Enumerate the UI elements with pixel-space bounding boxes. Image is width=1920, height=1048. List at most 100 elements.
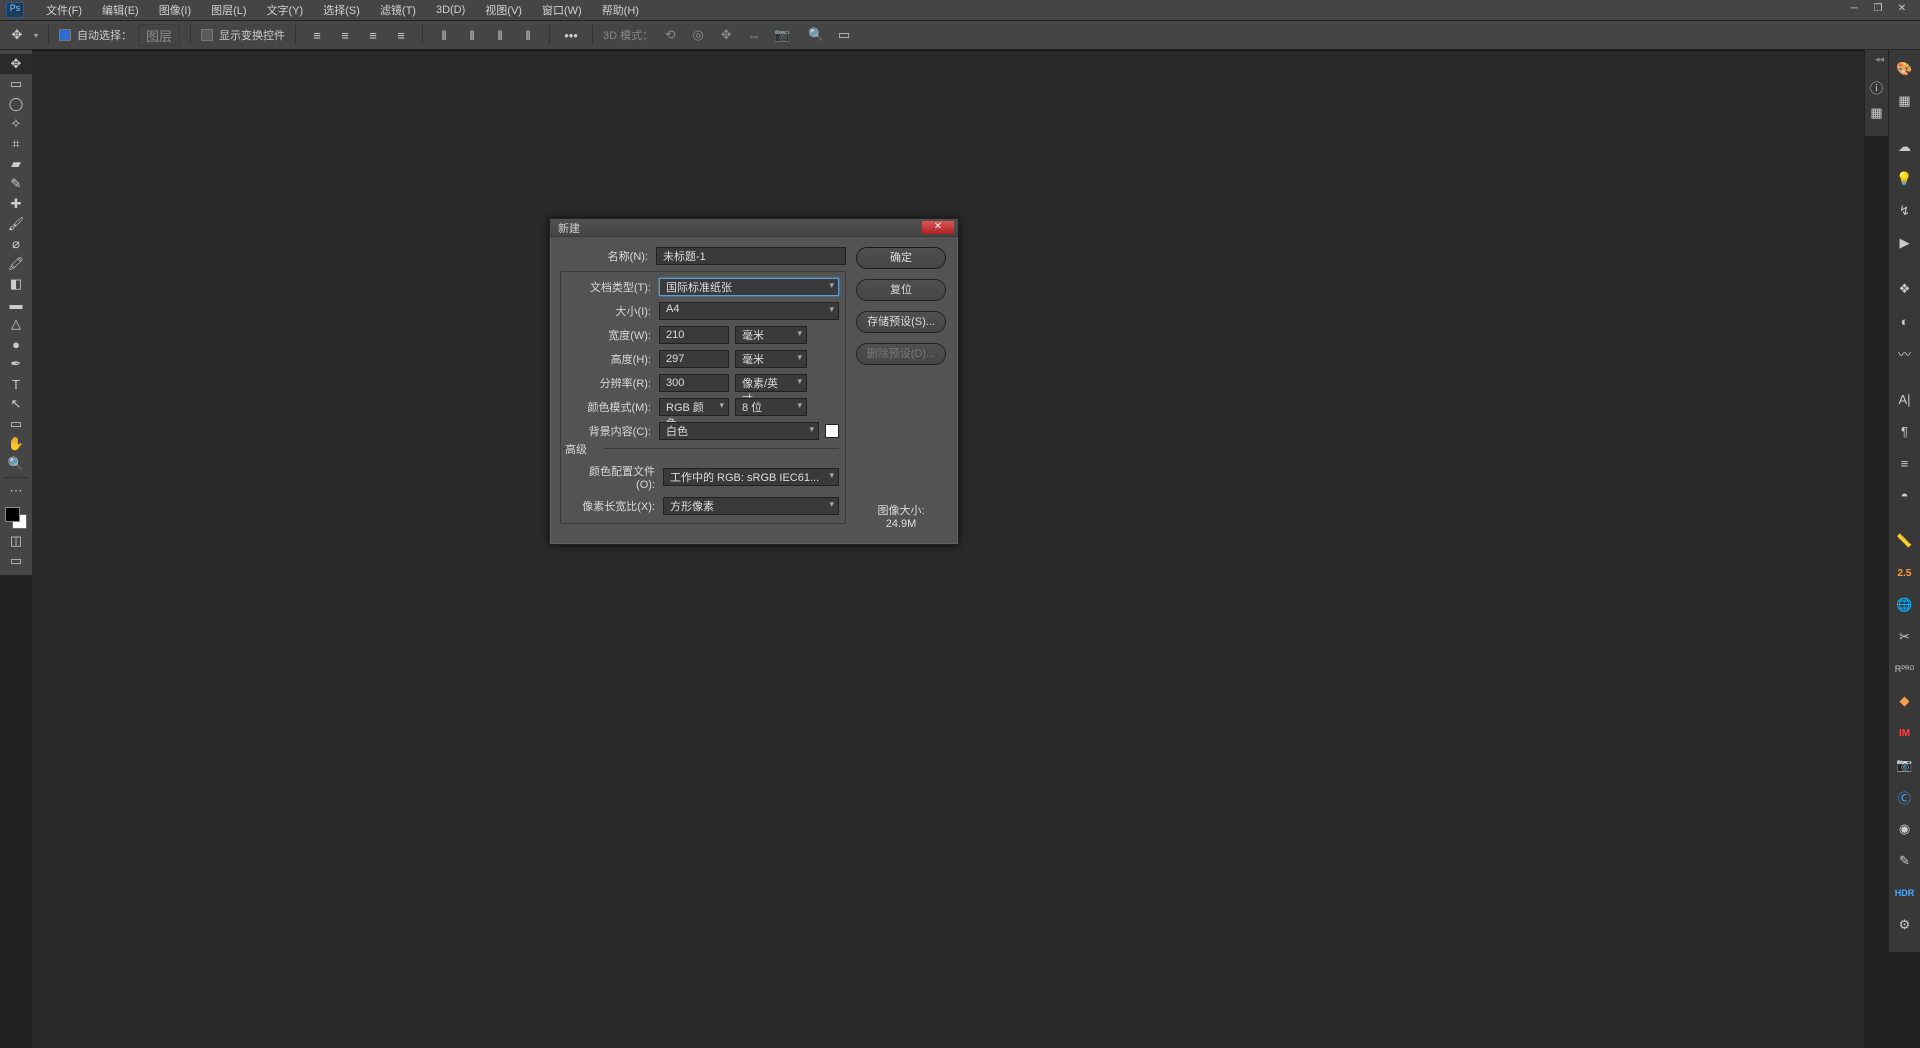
paths-panel-icon[interactable]: 〰 bbox=[1889, 338, 1920, 368]
diamond-panel-icon[interactable]: ◆ bbox=[1889, 686, 1920, 716]
scissors-panel-icon[interactable]: ✂ bbox=[1889, 622, 1920, 652]
cloud-panel-icon[interactable]: ☁ bbox=[1889, 132, 1920, 162]
show-transform-checkbox[interactable] bbox=[201, 29, 213, 41]
color-panel-icon[interactable]: 🎨 bbox=[1889, 54, 1920, 84]
zigzag-panel-icon[interactable]: ↯ bbox=[1889, 196, 1920, 226]
tool-path[interactable]: ↖ bbox=[0, 394, 32, 414]
save-preset-button[interactable]: 存储预设(S)... bbox=[856, 311, 946, 333]
menu-type[interactable]: 文字(Y) bbox=[257, 2, 314, 18]
align-right-icon[interactable]: ≡ bbox=[362, 24, 384, 46]
tool-lasso[interactable]: ◯ bbox=[0, 94, 32, 114]
gear-panel-icon[interactable]: ⚙ bbox=[1889, 910, 1920, 940]
align-top-icon[interactable]: ‖ bbox=[433, 24, 455, 46]
dropdown-caret[interactable]: ▾ bbox=[34, 31, 38, 40]
tool-healing[interactable]: ✚ bbox=[0, 194, 32, 214]
tool-move[interactable]: ✥ bbox=[0, 54, 32, 74]
tool-blur[interactable]: △ bbox=[0, 314, 32, 334]
auto-select-checkbox[interactable] bbox=[59, 29, 71, 41]
window-restore[interactable]: ❐ bbox=[1869, 3, 1887, 17]
menu-select[interactable]: 选择(S) bbox=[313, 2, 370, 18]
dialog-titlebar[interactable]: 新建 ✕ bbox=[550, 219, 958, 237]
reset-button[interactable]: 复位 bbox=[856, 279, 946, 301]
bg-preview-swatch[interactable] bbox=[825, 424, 839, 438]
tool-magic-wand[interactable]: ✧ bbox=[0, 114, 32, 134]
foreground-color[interactable] bbox=[5, 507, 20, 522]
grid-panel-icon[interactable]: ▦ bbox=[1865, 102, 1888, 124]
brush-panel-icon[interactable]: ◓ bbox=[1889, 480, 1920, 510]
height-input[interactable] bbox=[659, 350, 729, 368]
channels-panel-icon[interactable]: ◐ bbox=[1889, 306, 1920, 336]
paragraph-panel-icon[interactable]: ¶ bbox=[1889, 416, 1920, 446]
align-hcenter-icon[interactable]: ≡ bbox=[334, 24, 356, 46]
width-input[interactable] bbox=[659, 326, 729, 344]
tool-text[interactable]: T bbox=[0, 374, 32, 394]
tool-eyedropper[interactable]: ✎ bbox=[0, 174, 32, 194]
quick-mask-icon[interactable]: ◫ bbox=[0, 531, 32, 551]
res-unit-select[interactable]: 像素/英寸 bbox=[735, 374, 807, 392]
color-swatch[interactable] bbox=[5, 507, 27, 529]
ok-button[interactable]: 确定 bbox=[856, 247, 946, 269]
tool-dodge[interactable]: ● bbox=[0, 334, 32, 354]
screen-mode-icon[interactable]: ▭ bbox=[0, 551, 32, 571]
tool-brush[interactable]: 🖌 bbox=[0, 214, 32, 234]
align-dist-icon[interactable]: ‖ bbox=[517, 24, 539, 46]
width-unit-select[interactable]: 毫米 bbox=[735, 326, 807, 344]
align-more-icon[interactable]: ≡ bbox=[390, 24, 412, 46]
profile-select[interactable]: 工作中的 RGB: sRGB IEC61... bbox=[663, 468, 839, 486]
menu-3d[interactable]: 3D(D) bbox=[426, 4, 475, 16]
layer-type-select[interactable]: 图层 bbox=[138, 24, 180, 46]
swatches-panel-icon[interactable]: ▦ bbox=[1889, 86, 1920, 116]
tool-clone[interactable]: ⌀ bbox=[0, 234, 32, 254]
menu-layer[interactable]: 图层(L) bbox=[201, 2, 256, 18]
tool-shape[interactable]: ▭ bbox=[0, 414, 32, 434]
tool-history-brush[interactable]: 🖍 bbox=[0, 254, 32, 274]
tool-perspective[interactable]: ▰ bbox=[0, 154, 32, 174]
panel-menu-icon[interactable]: ▭ bbox=[833, 24, 855, 46]
menu-filter[interactable]: 滤镜(T) bbox=[370, 2, 426, 18]
rpro-panel-icon[interactable]: RPRO bbox=[1889, 654, 1920, 684]
bulb-panel-icon[interactable]: 💡 bbox=[1889, 164, 1920, 194]
dialog-close-button[interactable]: ✕ bbox=[922, 221, 954, 234]
tool-zoom[interactable]: 🔍 bbox=[0, 454, 32, 474]
aspect-select[interactable]: 方形像素 bbox=[663, 497, 839, 515]
size-select[interactable]: A4 bbox=[659, 302, 839, 320]
window-minimize[interactable]: ─ bbox=[1845, 3, 1863, 17]
align-bottom-icon[interactable]: ‖ bbox=[489, 24, 511, 46]
menu-help[interactable]: 帮助(H) bbox=[592, 2, 649, 18]
more-options-icon[interactable]: ••• bbox=[560, 24, 582, 46]
play-panel-icon[interactable]: ▶ bbox=[1889, 228, 1920, 258]
tool-gradient[interactable]: ▬ bbox=[0, 294, 32, 314]
colormode-select[interactable]: RGB 颜色 bbox=[659, 398, 729, 416]
bg-select[interactable]: 白色 bbox=[659, 422, 819, 440]
menu-file[interactable]: 文件(F) bbox=[36, 2, 92, 18]
align-vcenter-icon[interactable]: ‖ bbox=[461, 24, 483, 46]
tool-pen[interactable]: ✒ bbox=[0, 354, 32, 374]
doctype-select[interactable]: 国际标准纸张 bbox=[659, 278, 839, 296]
character-panel-icon[interactable]: A| bbox=[1889, 384, 1920, 414]
menu-window[interactable]: 窗口(W) bbox=[532, 2, 592, 18]
tool-hand[interactable]: ✋ bbox=[0, 434, 32, 454]
move-tool-indicator[interactable]: ✥ bbox=[6, 24, 28, 46]
tool-eraser[interactable]: ◧ bbox=[0, 274, 32, 294]
tool-marquee[interactable]: ▭ bbox=[0, 74, 32, 94]
name-input[interactable] bbox=[656, 247, 846, 265]
colormode-bits-select[interactable]: 8 位 bbox=[735, 398, 807, 416]
properties-panel-icon[interactable]: ⓘ bbox=[1865, 76, 1888, 98]
menu-edit[interactable]: 编辑(E) bbox=[92, 2, 149, 18]
fingerprint-panel-icon[interactable]: ◉ bbox=[1889, 814, 1920, 844]
menu-image[interactable]: 图像(I) bbox=[149, 2, 201, 18]
window-close[interactable]: ✕ bbox=[1893, 3, 1911, 17]
menu-view[interactable]: 视图(V) bbox=[475, 2, 532, 18]
camera-panel-icon[interactable]: 📷 bbox=[1889, 750, 1920, 780]
search-icon[interactable]: 🔍 bbox=[805, 24, 827, 46]
tool-edit-toolbar[interactable]: ⋯ bbox=[0, 481, 32, 501]
glyphs-panel-icon[interactable]: ≡ bbox=[1889, 448, 1920, 478]
panel-expand-icon[interactable]: ◂◂ bbox=[1865, 54, 1888, 72]
im-panel-icon[interactable]: IM bbox=[1889, 718, 1920, 748]
align-left-icon[interactable]: ≡ bbox=[306, 24, 328, 46]
globe-panel-icon[interactable]: 🌐 bbox=[1889, 590, 1920, 620]
layers-panel-icon[interactable]: ❖ bbox=[1889, 274, 1920, 304]
pencil-panel-icon[interactable]: ✎ bbox=[1889, 846, 1920, 876]
tool-crop[interactable]: ⌗ bbox=[0, 134, 32, 154]
res-input[interactable] bbox=[659, 374, 729, 392]
